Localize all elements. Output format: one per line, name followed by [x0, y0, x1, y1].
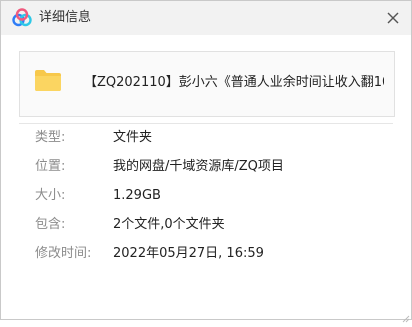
property-row-modified: 修改时间: 2022年05月27日, 16:59 — [1, 245, 411, 274]
properties-list: 类型: 文件夹 位置: 我的网盘/千域资源库/ZQ项目 大小: 1.29GB 包… — [1, 129, 411, 274]
property-label: 类型: — [35, 130, 66, 145]
details-dialog: 详细信息 【ZQ202110】彭小六《普通人业余时间让收入翻10倍... 类型:… — [0, 0, 412, 323]
resize-grip-icon[interactable] — [400, 308, 410, 323]
property-value: 我的网盘/千域资源库/ZQ项目 — [113, 159, 284, 174]
property-row-type: 类型: 文件夹 — [1, 129, 411, 158]
property-value: 1.29GB — [113, 188, 161, 203]
property-row-size: 大小: 1.29GB — [1, 187, 411, 216]
title-bar[interactable]: 详细信息 — [1, 1, 411, 35]
dialog-title: 详细信息 — [39, 10, 92, 25]
property-value: 文件夹 — [113, 130, 153, 145]
file-header-panel: 【ZQ202110】彭小六《普通人业余时间让收入翻10倍... — [19, 51, 395, 117]
property-row-location: 位置: 我的网盘/千域资源库/ZQ项目 — [1, 158, 411, 187]
property-row-contains: 包含: 2个文件,0个文件夹 — [1, 216, 411, 245]
folder-icon — [34, 68, 62, 92]
property-value: 2个文件,0个文件夹 — [113, 217, 225, 232]
property-label: 修改时间: — [35, 246, 92, 261]
app-logo-icon — [11, 7, 33, 29]
property-value: 2022年05月27日, 16:59 — [113, 246, 264, 261]
file-name: 【ZQ202110】彭小六《普通人业余时间让收入翻10倍... — [84, 75, 384, 90]
close-icon — [387, 12, 399, 24]
property-label: 大小: — [35, 188, 66, 203]
property-label: 位置: — [35, 159, 66, 174]
property-label: 包含: — [35, 217, 66, 232]
divider — [19, 123, 393, 124]
close-button[interactable] — [381, 6, 405, 30]
